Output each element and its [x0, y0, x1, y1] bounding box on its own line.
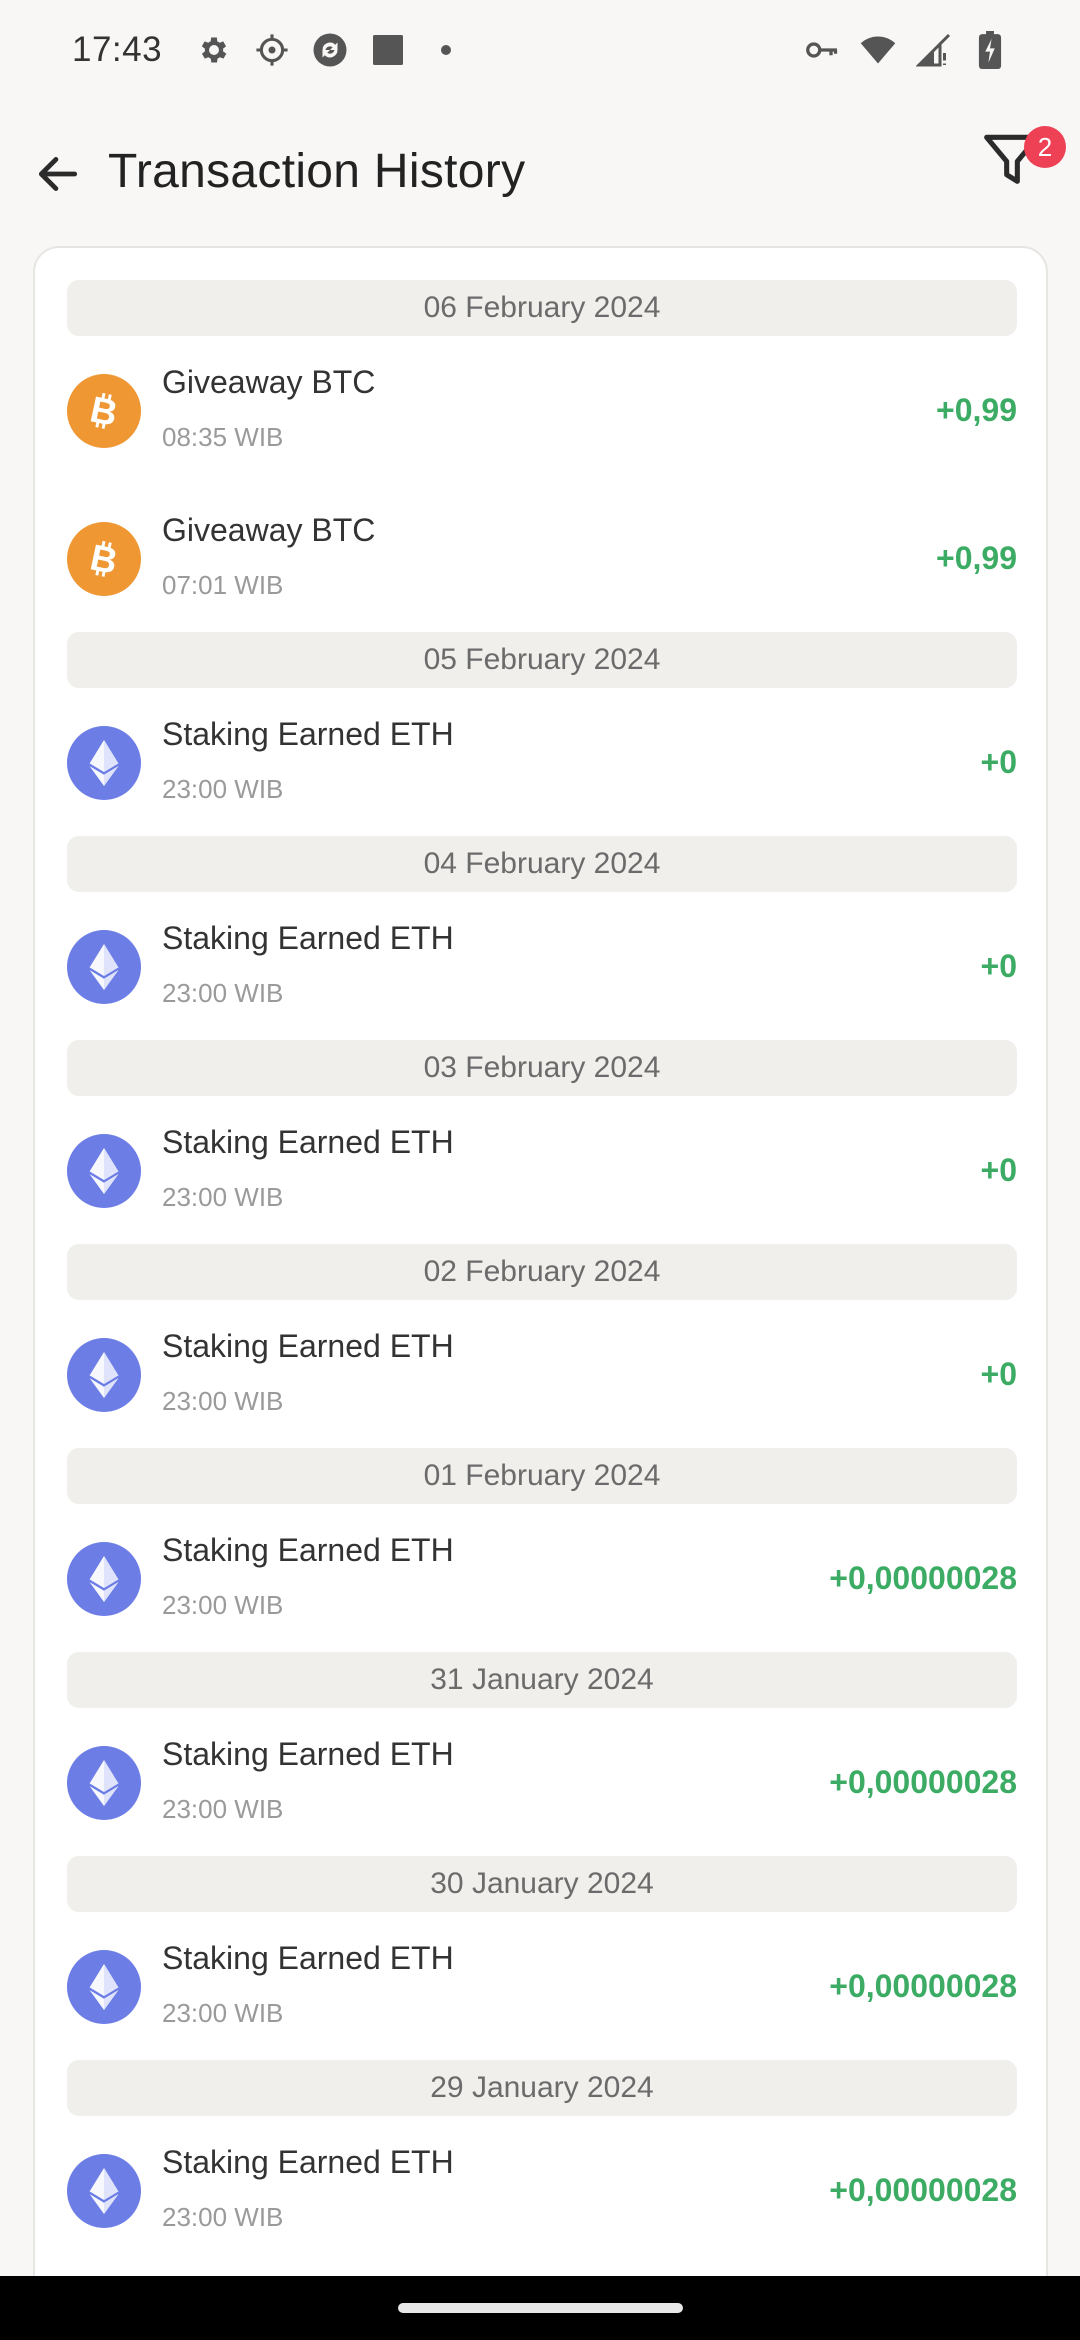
- transaction-row[interactable]: B Giveaway BTC 07:01 WIB +0,99: [67, 484, 1017, 632]
- transaction-amount: +0,00000028: [829, 1968, 1017, 2004]
- battery-icon: [972, 31, 1008, 69]
- status-time: 17:43: [72, 30, 163, 69]
- ethereum-icon: [67, 1134, 141, 1208]
- transaction-time: 23:00 WIB: [162, 774, 284, 804]
- app-header: Transaction History 2: [0, 120, 1080, 230]
- transaction-title: Staking Earned ETH: [162, 1940, 454, 1976]
- transaction-title: Giveaway BTC: [162, 512, 376, 548]
- home-indicator[interactable]: [397, 2303, 683, 2313]
- status-system-icons: [804, 31, 1008, 69]
- transaction-list-card: 06 February 2024 B Giveaway BTC 08:35 WI…: [33, 246, 1048, 2340]
- transaction-row[interactable]: Staking Earned ETH 23:00 WIB +0: [67, 892, 1017, 1040]
- bitcoin-icon: B: [67, 374, 141, 448]
- back-button[interactable]: [26, 142, 90, 206]
- gear-icon: [196, 32, 232, 68]
- date-header: 29 January 2024: [67, 2060, 1017, 2116]
- transaction-title: Staking Earned ETH: [162, 1532, 454, 1568]
- transaction-row[interactable]: Staking Earned ETH 23:00 WIB +0: [67, 688, 1017, 836]
- date-header: 30 January 2024: [67, 1856, 1017, 1912]
- transaction-amount: +0: [980, 948, 1017, 984]
- transaction-title: Giveaway BTC: [162, 364, 376, 400]
- transaction-row[interactable]: Staking Earned ETH 23:00 WIB +0: [67, 1300, 1017, 1448]
- page-title: Transaction History: [108, 145, 526, 198]
- filter-count-badge: 2: [1024, 126, 1066, 168]
- transaction-amount: +0: [980, 1152, 1017, 1188]
- sync-icon: [312, 32, 348, 68]
- ethereum-icon: [67, 2154, 141, 2228]
- transaction-title: Staking Earned ETH: [162, 716, 454, 752]
- transaction-title: Staking Earned ETH: [162, 1124, 454, 1160]
- transaction-time: 23:00 WIB: [162, 978, 284, 1008]
- transaction-amount: +0,00000028: [829, 1764, 1017, 1800]
- transaction-amount: +0,00000028: [829, 2172, 1017, 2208]
- key-icon: [804, 32, 840, 68]
- transaction-title: Staking Earned ETH: [162, 1736, 454, 1772]
- transaction-row[interactable]: Staking Earned ETH 23:00 WIB +0,00000028: [67, 1708, 1017, 1856]
- ethereum-icon: [67, 1542, 141, 1616]
- date-header: 06 February 2024: [67, 280, 1017, 336]
- transaction-row[interactable]: Staking Earned ETH 23:00 WIB +0: [67, 1096, 1017, 1244]
- arrow-left-icon: [38, 157, 78, 191]
- transaction-row[interactable]: Staking Earned ETH 23:00 WIB +0,00000028: [67, 1912, 1017, 2060]
- transaction-amount: +0,99: [936, 392, 1017, 428]
- transaction-time: 07:01 WIB: [162, 570, 284, 600]
- transaction-row[interactable]: Staking Earned ETH 23:00 WIB +0,00000028: [67, 1504, 1017, 1652]
- transaction-time: 23:00 WIB: [162, 1182, 284, 1212]
- transaction-title: Staking Earned ETH: [162, 2144, 454, 2180]
- dot-icon: [428, 32, 464, 68]
- ethereum-icon: [67, 1746, 141, 1820]
- ethereum-icon: [67, 726, 141, 800]
- date-header: 04 February 2024: [67, 836, 1017, 892]
- status-notification-icons: [196, 32, 464, 68]
- ethereum-icon: [67, 1338, 141, 1412]
- transaction-amount: +0,00000028: [829, 1560, 1017, 1596]
- ethereum-icon: [67, 930, 141, 1004]
- transaction-amount: +0,99: [936, 540, 1017, 576]
- square-icon: [370, 32, 406, 68]
- transaction-title: Staking Earned ETH: [162, 1328, 454, 1364]
- date-header: 31 January 2024: [67, 1652, 1017, 1708]
- date-header: 02 February 2024: [67, 1244, 1017, 1300]
- bitcoin-icon: B: [67, 522, 141, 596]
- transaction-title: Staking Earned ETH: [162, 920, 454, 956]
- transaction-time: 23:00 WIB: [162, 2202, 284, 2232]
- status-bar: 17:43: [0, 0, 1080, 100]
- transaction-list: 06 February 2024 B Giveaway BTC 08:35 WI…: [67, 280, 1017, 2264]
- transaction-row[interactable]: B Giveaway BTC 08:35 WIB +0,99: [67, 336, 1017, 484]
- transaction-time: 23:00 WIB: [162, 1590, 284, 1620]
- transaction-time: 23:00 WIB: [162, 1998, 284, 2028]
- date-header: 01 February 2024: [67, 1448, 1017, 1504]
- filter-button[interactable]: 2: [980, 126, 1066, 200]
- date-header: 05 February 2024: [67, 632, 1017, 688]
- transaction-time: 23:00 WIB: [162, 1794, 284, 1824]
- date-header: 03 February 2024: [67, 1040, 1017, 1096]
- transaction-row[interactable]: Staking Earned ETH 23:00 WIB +0,00000028: [67, 2116, 1017, 2264]
- transaction-amount: +0: [980, 1356, 1017, 1392]
- transaction-amount: +0: [980, 744, 1017, 780]
- navigation-bar: [0, 2276, 1080, 2340]
- wifi-icon: [860, 32, 896, 68]
- transaction-time: 08:35 WIB: [162, 422, 284, 452]
- crosshair-icon: [254, 32, 290, 68]
- transaction-time: 23:00 WIB: [162, 1386, 284, 1416]
- signal-icon: [916, 32, 952, 68]
- ethereum-icon: [67, 1950, 141, 2024]
